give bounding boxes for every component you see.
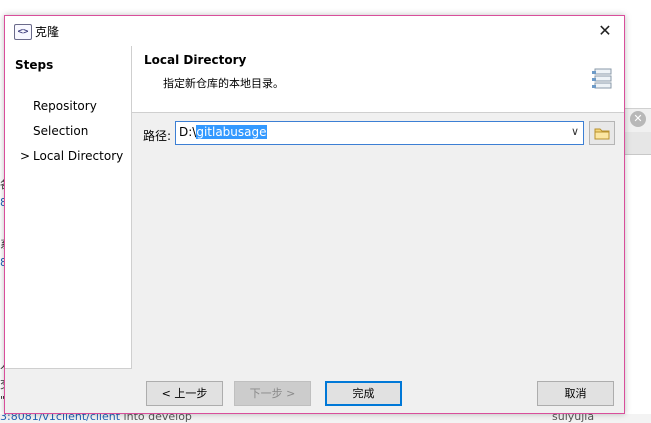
wizard-header: Local Directory 指定新仓库的本地目录。 (132, 46, 624, 113)
wizard-banner-icon (592, 68, 612, 89)
folder-icon (594, 128, 610, 140)
cancel-button[interactable]: 取消 (537, 381, 614, 406)
dialog-titlebar: <> 克隆 ✕ (5, 16, 624, 46)
current-step-chevron-icon: > (20, 149, 31, 163)
path-prefix: D:\ (179, 125, 197, 139)
close-icon: ✕ (598, 21, 612, 40)
app-icon: <> (14, 24, 32, 40)
close-button[interactable]: ✕ (595, 21, 615, 41)
background-close-icon[interactable]: ✕ (630, 111, 646, 127)
clone-dialog: <> 克隆 ✕ Steps Repository Selection > Loc… (4, 15, 625, 414)
background-merge-link[interactable]: 3:8081/v1client/client (0, 414, 120, 423)
wizard-content: 路径: D:\gitlabusage ∨ (132, 113, 624, 368)
background-bottom-row: 3:8081/v1client/client into develop suiy… (0, 414, 651, 423)
path-combobox[interactable]: D:\gitlabusage ∨ (175, 121, 584, 145)
step-local-directory[interactable]: Local Directory (33, 149, 123, 163)
finish-button[interactable]: 完成 (325, 381, 402, 406)
background-header-strip (625, 132, 651, 155)
path-input[interactable]: D:\gitlabusage (179, 125, 267, 139)
background-merge-text: into develop (120, 414, 192, 423)
chevron-down-icon[interactable]: ∨ (571, 125, 579, 138)
step-selection[interactable]: Selection (33, 124, 88, 138)
dialog-title: 克隆 (35, 25, 60, 39)
path-label: 路径: (143, 129, 172, 143)
next-button[interactable]: 下一步 > (234, 381, 311, 406)
background-username: suiyujia (552, 414, 595, 423)
step-repository[interactable]: Repository (33, 99, 97, 113)
page-title: Local Directory (144, 53, 247, 67)
back-button[interactable]: < 上一步 (146, 381, 223, 406)
steps-heading: Steps (15, 58, 54, 72)
path-selected-text: gitlabusage (196, 125, 267, 139)
steps-panel: Steps Repository Selection > Local Direc… (5, 46, 132, 369)
browse-button[interactable] (589, 121, 615, 145)
page-description: 指定新仓库的本地目录。 (163, 77, 284, 90)
